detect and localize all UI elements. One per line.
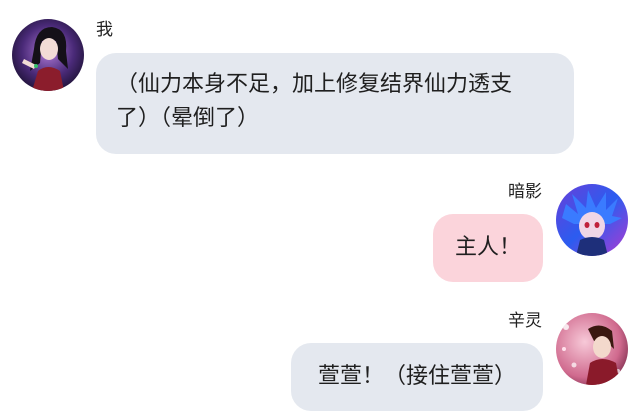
message-bubble[interactable]: （仙力本身不足，加上修复结界仙力透支 了）（晕倒了）: [96, 53, 574, 154]
avatar[interactable]: [556, 313, 628, 385]
avatar[interactable]: [12, 19, 84, 91]
message-text: 萱萱！（接住萱萱）: [317, 364, 516, 389]
avatar[interactable]: [556, 184, 628, 256]
character-avatar-dark-hair-icon: [12, 19, 84, 91]
message-text: 主人！: [454, 235, 521, 260]
sender-name: 暗影: [508, 182, 542, 202]
message-text-line: （仙力本身不足，加上修复结界仙力透支: [116, 72, 513, 97]
character-avatar-pink-sparkle-icon: [556, 313, 628, 385]
message-bubble[interactable]: 主人！: [433, 214, 543, 282]
message-bubble[interactable]: 萱萱！（接住萱萱）: [291, 343, 543, 411]
message-text-line: 了）（晕倒了）: [116, 106, 260, 131]
sender-name: 辛灵: [508, 311, 542, 331]
sender-name: 我: [96, 20, 113, 40]
character-avatar-blue-hair-icon: [556, 184, 628, 256]
